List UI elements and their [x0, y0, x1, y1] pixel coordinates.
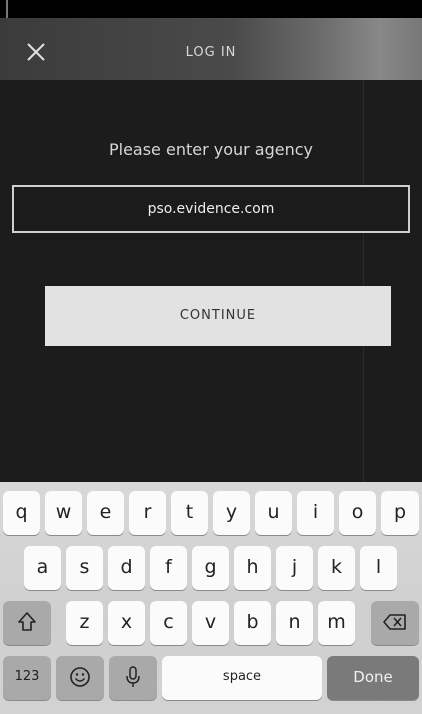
key-q[interactable]: q [3, 491, 40, 535]
agency-prompt: Please enter your agency [108, 140, 314, 159]
login-content: Please enter your agency pso.evidence.co… [0, 80, 422, 482]
shift-icon [18, 612, 36, 631]
key-h[interactable]: h [234, 546, 271, 590]
key-f[interactable]: f [150, 546, 187, 590]
continue-button[interactable]: CONTINUE [45, 286, 391, 346]
key-m[interactable]: m [318, 601, 355, 645]
done-key[interactable]: Done [327, 656, 419, 700]
key-u[interactable]: u [255, 491, 292, 535]
key-r[interactable]: r [129, 491, 166, 535]
key-o[interactable]: o [339, 491, 376, 535]
shift-key[interactable] [3, 601, 51, 645]
key-c[interactable]: c [150, 601, 187, 645]
key-a[interactable]: a [24, 546, 61, 590]
status-indicator [6, 0, 8, 18]
key-x[interactable]: x [108, 601, 145, 645]
keyboard: q w e r t y u i o p a s d f g h j k l z … [0, 482, 422, 714]
key-b[interactable]: b [234, 601, 271, 645]
key-n[interactable]: n [276, 601, 313, 645]
backspace-key[interactable] [371, 601, 419, 645]
navigation-bar: LOG IN [0, 18, 422, 80]
space-key[interactable]: space [162, 656, 322, 700]
key-y[interactable]: y [213, 491, 250, 535]
key-d[interactable]: d [108, 546, 145, 590]
key-j[interactable]: j [276, 546, 313, 590]
key-s[interactable]: s [66, 546, 103, 590]
emoji-key[interactable] [56, 656, 104, 700]
key-g[interactable]: g [192, 546, 229, 590]
emoji-icon [70, 667, 90, 687]
microphone-key[interactable] [109, 656, 157, 700]
page-title: LOG IN [185, 45, 237, 60]
key-w[interactable]: w [45, 491, 82, 535]
microphone-icon [126, 666, 140, 687]
status-bar [0, 0, 422, 18]
backspace-icon [383, 614, 406, 630]
key-p[interactable]: p [381, 491, 419, 535]
key-e[interactable]: e [87, 491, 124, 535]
key-t[interactable]: t [171, 491, 208, 535]
key-v[interactable]: v [192, 601, 229, 645]
key-k[interactable]: k [318, 546, 355, 590]
key-i[interactable]: i [297, 491, 334, 535]
key-z[interactable]: z [66, 601, 103, 645]
key-l[interactable]: l [360, 546, 397, 590]
numbers-key[interactable]: 123 [3, 656, 51, 700]
agency-input[interactable]: pso.evidence.com [12, 185, 410, 233]
